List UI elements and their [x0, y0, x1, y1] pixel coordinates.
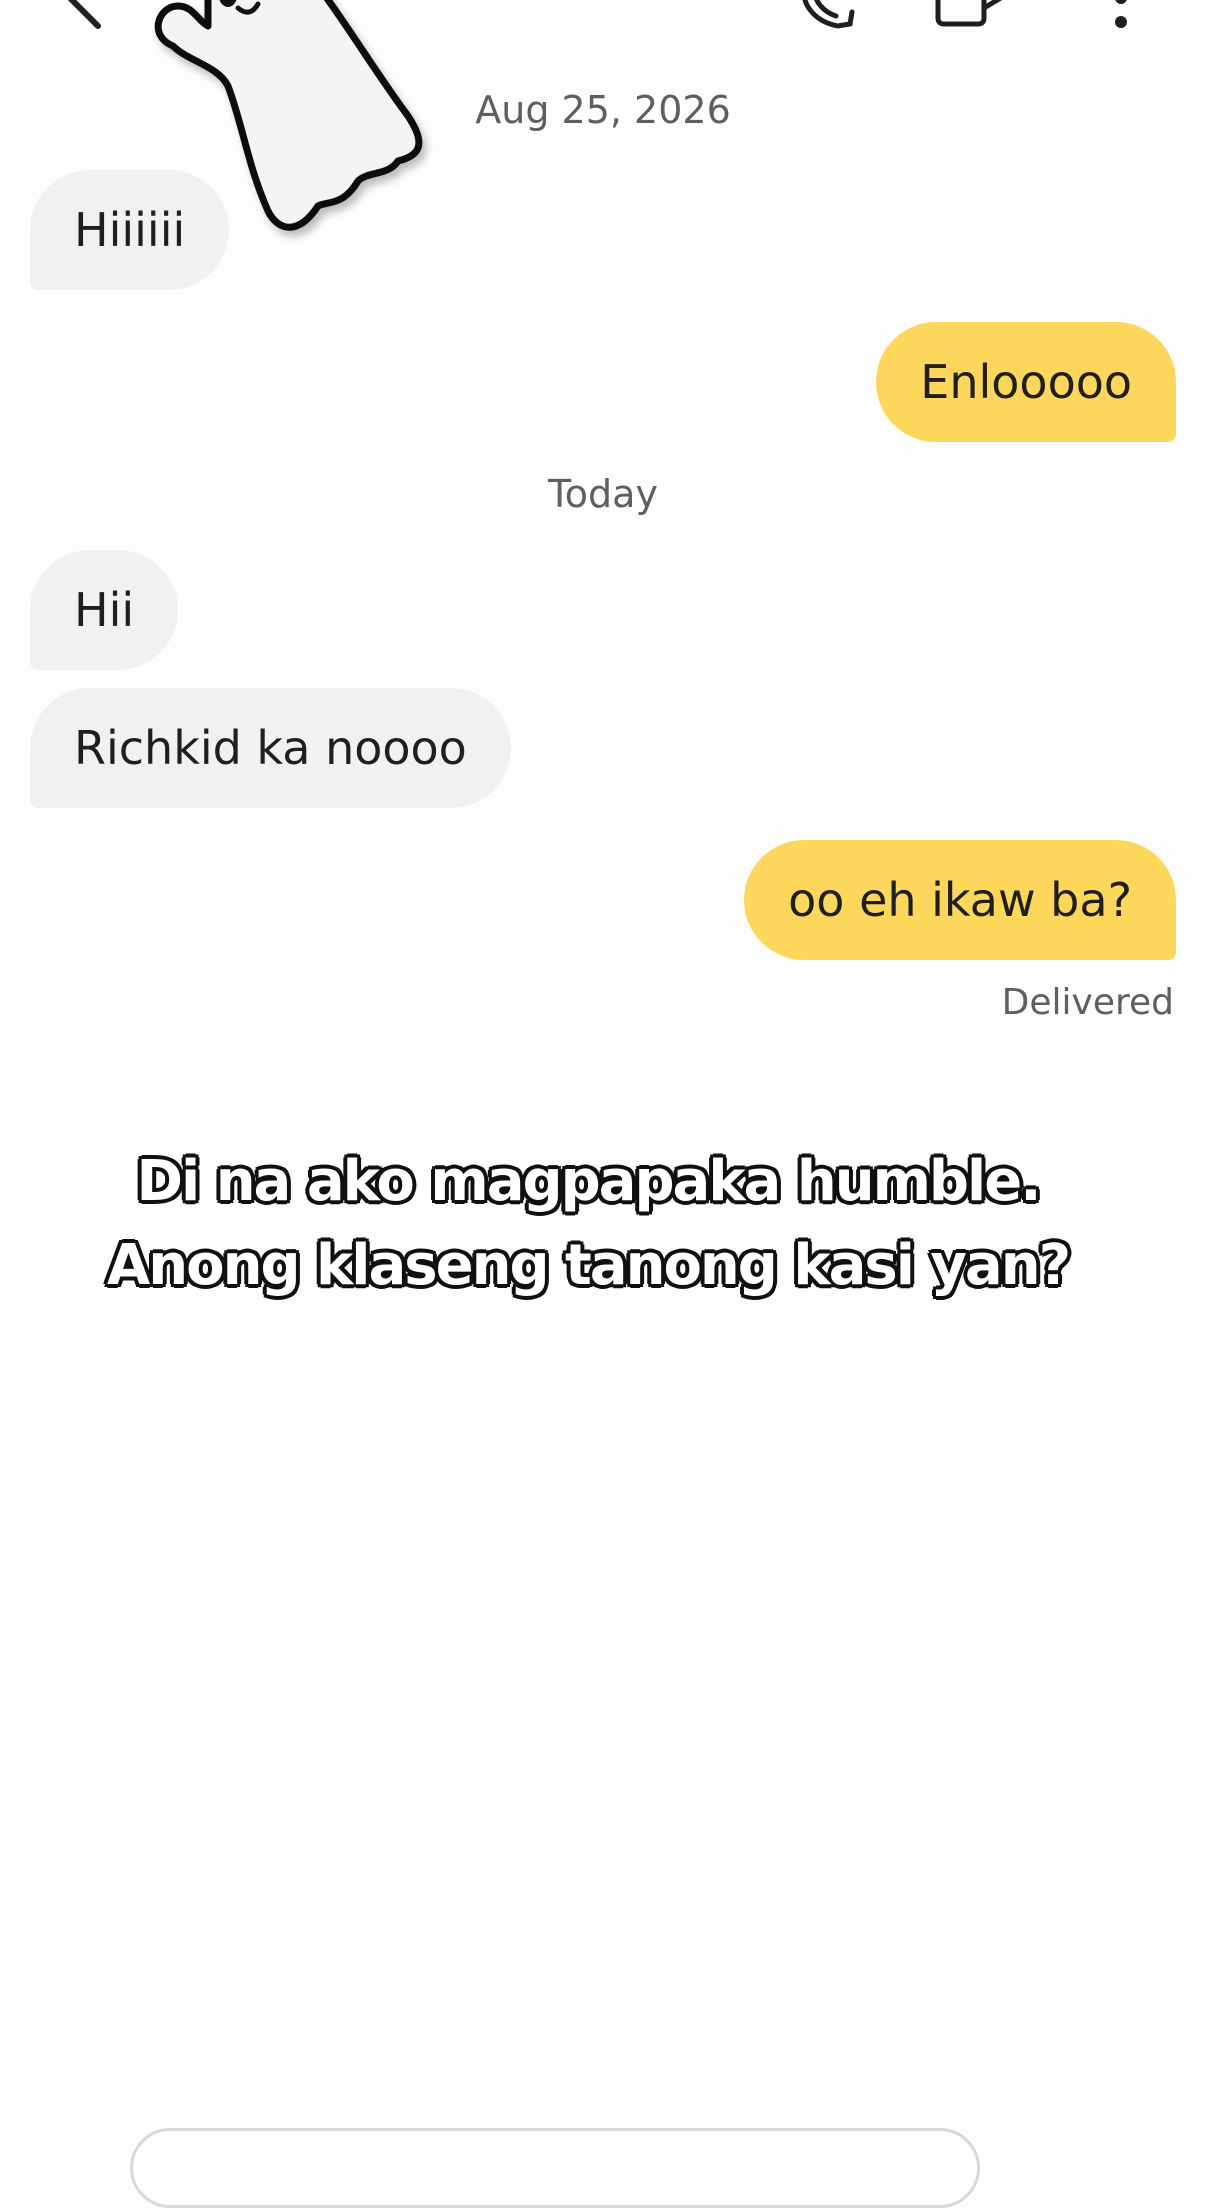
- video-call-icon[interactable]: [932, 0, 1012, 32]
- incoming-message-bubble[interactable]: Hii: [30, 550, 179, 670]
- overlay-caption: Di na ako magpapaka humble. Anong klasen…: [0, 1140, 1176, 1308]
- outgoing-message-bubble[interactable]: Enlooooo: [876, 322, 1176, 442]
- message-input[interactable]: [130, 2128, 980, 2208]
- back-arrow-icon[interactable]: [48, 0, 108, 42]
- incoming-message-bubble[interactable]: Hiiiiii: [30, 170, 230, 290]
- delivery-status: Delivered: [1001, 982, 1174, 1023]
- date-separator: Today: [0, 472, 1206, 516]
- date-label: Aug 25, 2026: [475, 88, 731, 132]
- phone-icon[interactable]: [792, 0, 862, 34]
- caption-line: Anong klaseng tanong kasi yan?: [105, 1232, 1072, 1300]
- date-label: Today: [548, 472, 658, 516]
- incoming-message-bubble[interactable]: Richkid ka noooo: [30, 688, 511, 808]
- outgoing-message-bubble[interactable]: oo eh ikaw ba?: [744, 840, 1176, 960]
- more-vertical-icon[interactable]: [1106, 0, 1136, 38]
- caption-line: Di na ako magpapaka humble.: [135, 1148, 1043, 1216]
- date-separator: Aug 25, 2026: [0, 88, 1206, 132]
